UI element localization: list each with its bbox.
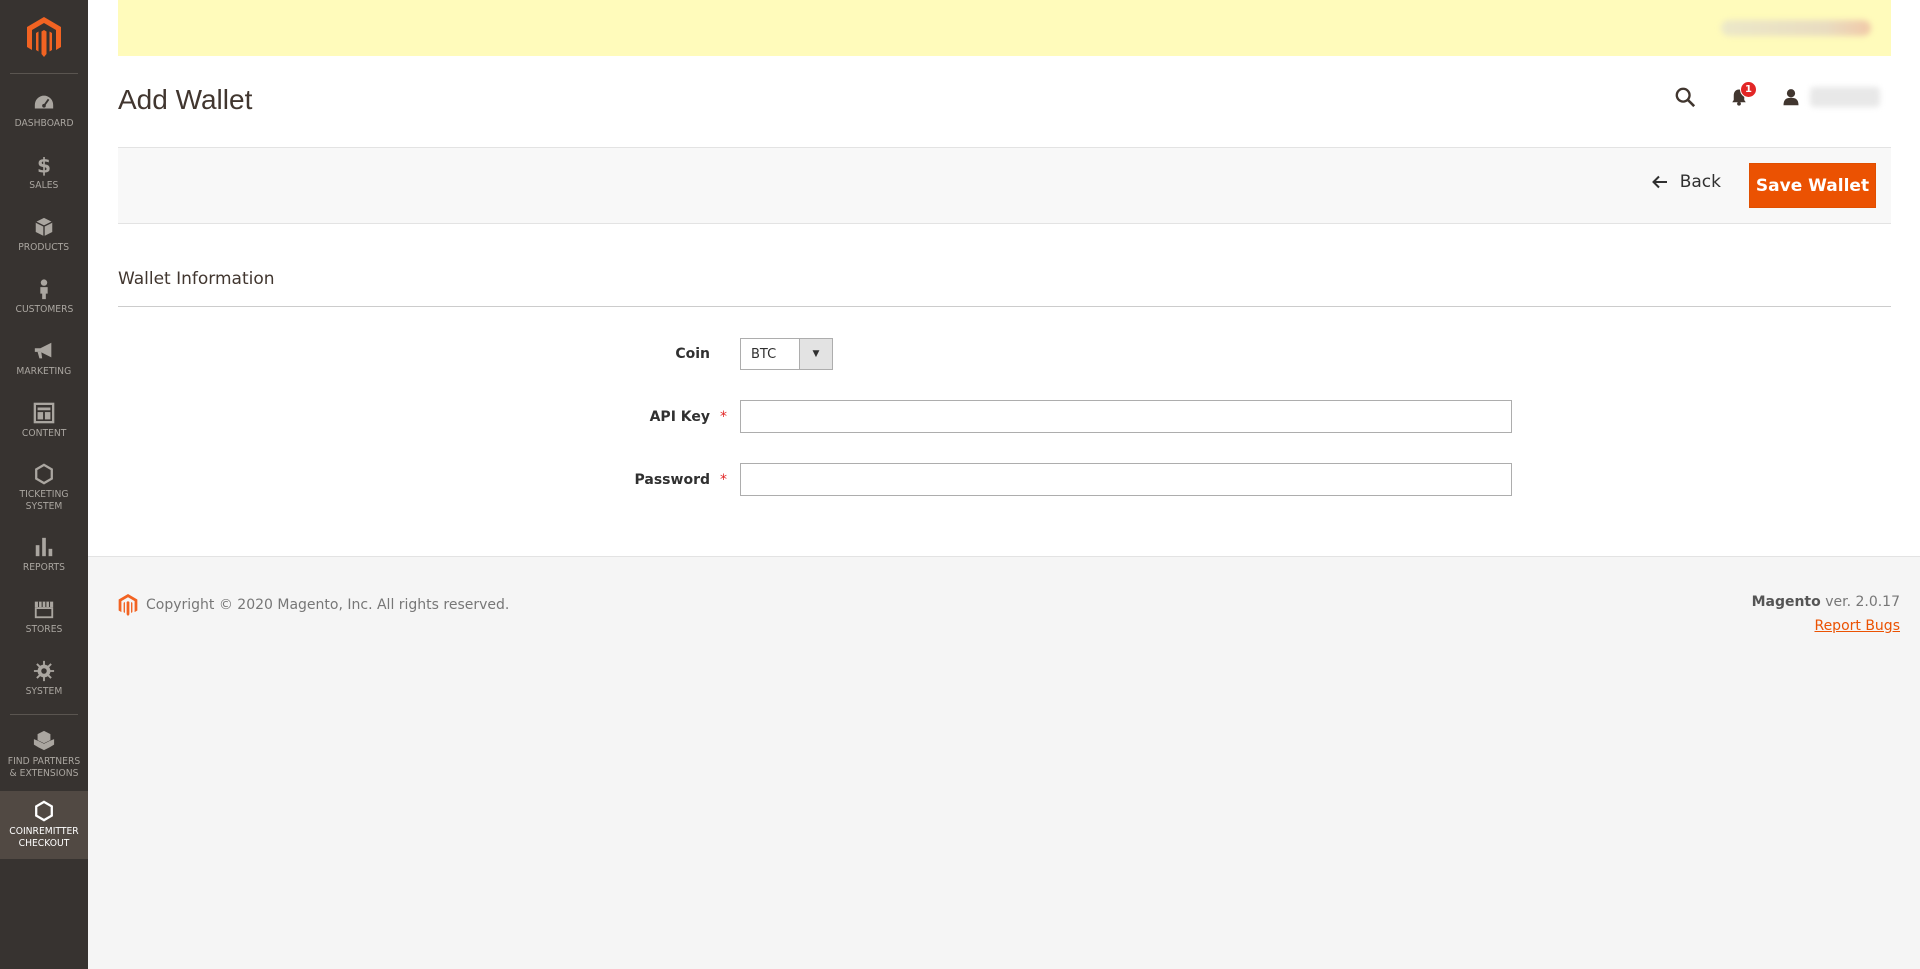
- report-bugs-link[interactable]: Report Bugs: [1752, 618, 1900, 634]
- version-brand: Magento: [1751, 594, 1821, 610]
- sidebar-item-label: TICKETING SYSTEM: [19, 489, 69, 512]
- dollar-icon: $: [37, 154, 51, 176]
- sidebar-item-reports[interactable]: REPORTS: [0, 524, 88, 586]
- hexagon-icon: [35, 463, 53, 485]
- arrow-left-icon: [1651, 175, 1667, 189]
- search-icon: [1675, 87, 1696, 108]
- page-footer: Copyright © 2020 Magento, Inc. All right…: [88, 556, 1920, 969]
- notifications-button[interactable]: 1: [1730, 81, 1757, 107]
- password-field-row: Password *: [520, 463, 1512, 496]
- admin-sidebar: DASHBOARD $ SALES PRODUCTS CUSTOMERS MAR…: [0, 0, 88, 969]
- sidebar-item-label: DASHBOARD: [14, 118, 74, 129]
- sidebar-divider: [10, 714, 78, 715]
- sidebar-item-label: FIND PARTNERS & EXTENSIONS: [7, 756, 81, 779]
- admin-user-menu[interactable]: [1782, 87, 1880, 107]
- bar-chart-icon: [35, 537, 53, 557]
- magento-version: Magento ver. 2.0.17 Report Bugs: [1752, 594, 1900, 634]
- version-text: ver. 2.0.17: [1820, 594, 1900, 610]
- save-wallet-button[interactable]: Save Wallet: [1749, 163, 1876, 208]
- back-button-label: Back: [1679, 172, 1721, 192]
- api-key-input[interactable]: [740, 400, 1512, 433]
- api-key-field-row: API Key *: [520, 400, 1512, 433]
- sidebar-item-system[interactable]: SYSTEM: [0, 648, 88, 710]
- sidebar-item-sales[interactable]: $ SALES: [0, 142, 88, 204]
- hexagon-icon: [35, 800, 53, 822]
- sidebar-item-dashboard[interactable]: DASHBOARD: [0, 80, 88, 142]
- copyright-text: Copyright © 2020 Magento, Inc. All right…: [146, 597, 510, 613]
- sidebar-item-label: STORES: [25, 624, 63, 635]
- section-divider: [118, 306, 1891, 307]
- magento-logo-icon: [27, 16, 61, 57]
- user-icon: [1783, 89, 1799, 106]
- box-icon: [35, 217, 53, 237]
- sidebar-item-label: COINREMITTER CHECKOUT: [9, 826, 79, 849]
- blurred-message: [1721, 20, 1871, 36]
- sidebar-item-products[interactable]: PRODUCTS: [0, 204, 88, 266]
- gear-icon: [33, 660, 55, 682]
- global-search-button[interactable]: [1674, 86, 1696, 108]
- coin-field-row: Coin BTC ▼: [520, 338, 833, 370]
- sidebar-item-customers[interactable]: CUSTOMERS: [0, 266, 88, 328]
- api-key-label: API Key: [649, 408, 710, 425]
- sidebar-item-label: SALES: [29, 180, 59, 191]
- coin-label: Coin: [675, 346, 710, 362]
- main-content: Add Wallet 1 Back Save Wallet Wallet Inf…: [88, 0, 1920, 556]
- svg-text:$: $: [37, 154, 51, 176]
- person-icon: [40, 279, 48, 300]
- layout-icon: [33, 402, 55, 424]
- required-marker: *: [720, 408, 727, 425]
- chevron-down-icon: ▼: [799, 339, 832, 369]
- sidebar-item-find-partners[interactable]: FIND PARTNERS & EXTENSIONS: [0, 719, 88, 791]
- magento-logo-icon: [118, 594, 138, 616]
- sidebar-item-label: REPORTS: [22, 562, 66, 573]
- sidebar-item-ticketing-system[interactable]: TICKETING SYSTEM: [0, 452, 88, 524]
- megaphone-icon: [34, 342, 52, 359]
- required-marker: *: [720, 471, 727, 488]
- storefront-icon: [34, 601, 54, 619]
- system-message-bar: [118, 0, 1891, 56]
- password-label: Password: [634, 471, 710, 488]
- sidebar-item-label: PRODUCTS: [18, 242, 70, 253]
- magento-logo[interactable]: [10, 0, 78, 74]
- sidebar-item-label: CUSTOMERS: [15, 304, 73, 315]
- sidebar-item-label: CONTENT: [21, 428, 67, 439]
- sidebar-item-marketing[interactable]: MARKETING: [0, 328, 88, 390]
- copyright: Copyright © 2020 Magento, Inc. All right…: [118, 594, 509, 616]
- sidebar-item-label: MARKETING: [16, 366, 72, 377]
- back-button[interactable]: Back: [1651, 172, 1721, 192]
- password-input[interactable]: [740, 463, 1512, 496]
- coin-select[interactable]: BTC ▼: [740, 338, 833, 370]
- sidebar-item-stores[interactable]: STORES: [0, 586, 88, 648]
- header-actions: 1: [1674, 81, 1880, 108]
- dashboard-icon: [34, 95, 54, 109]
- sidebar-item-label: SYSTEM: [25, 686, 63, 697]
- sidebar-item-coinremitter-checkout[interactable]: COINREMITTER CHECKOUT: [0, 791, 88, 859]
- page-title: Add Wallet: [118, 84, 253, 115]
- coin-select-value: BTC: [751, 346, 777, 362]
- boxes-icon: [33, 730, 55, 751]
- blurred-username: [1810, 87, 1880, 107]
- notification-count-badge: 1: [1740, 81, 1757, 98]
- page-actions-bar: Back Save Wallet: [118, 147, 1891, 224]
- section-title: Wallet Information: [118, 269, 275, 289]
- sidebar-item-content[interactable]: CONTENT: [0, 390, 88, 452]
